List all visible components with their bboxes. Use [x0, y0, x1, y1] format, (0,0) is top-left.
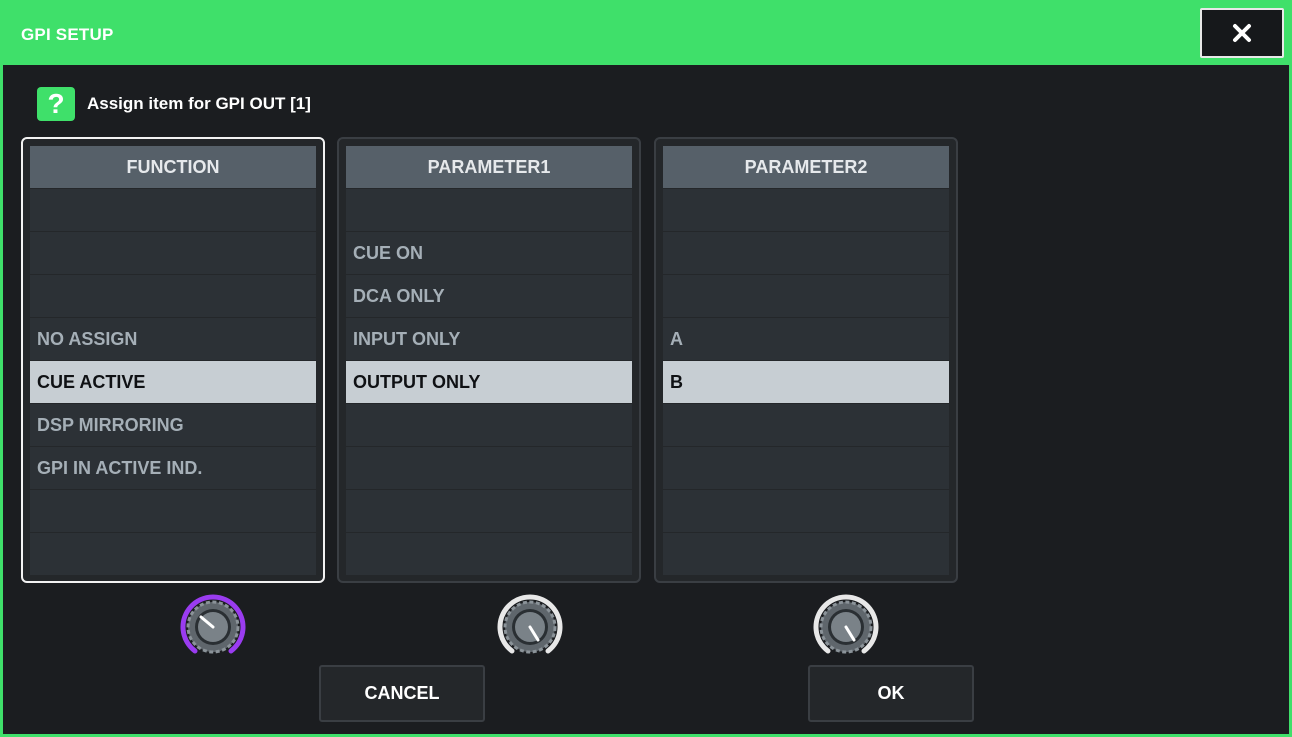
function-header: FUNCTION	[30, 146, 316, 188]
ok-button[interactable]: OK	[808, 665, 974, 722]
title-bar: GPI SETUP	[3, 3, 1289, 65]
list-item[interactable]	[346, 447, 632, 489]
parameter1-list[interactable]: CUE ON DCA ONLY INPUT ONLY OUTPUT ONLY	[346, 189, 632, 576]
list-item[interactable]	[663, 533, 949, 575]
help-text: Assign item for GPI OUT [1]	[87, 94, 311, 113]
parameter1-panel[interactable]: PARAMETER1 CUE ON DCA ONLY INPUT ONLY OU…	[337, 137, 641, 583]
function-knob[interactable]	[176, 590, 250, 664]
list-item[interactable]: A	[663, 318, 949, 360]
help-icon[interactable]: ?	[37, 87, 75, 121]
close-button[interactable]	[1200, 8, 1284, 58]
list-item[interactable]: INPUT ONLY	[346, 318, 632, 360]
list-item[interactable]	[30, 533, 316, 575]
gpi-setup-dialog: GPI SETUP ? Assign item for GPI OUT [1] …	[0, 0, 1292, 737]
list-item[interactable]	[346, 490, 632, 532]
cancel-button[interactable]: CANCEL	[319, 665, 485, 722]
list-item[interactable]	[346, 404, 632, 446]
list-item-selected[interactable]: OUTPUT ONLY	[346, 361, 632, 403]
parameter1-knob[interactable]	[493, 590, 567, 664]
list-item[interactable]	[30, 232, 316, 274]
list-item[interactable]	[346, 533, 632, 575]
list-item-selected[interactable]: CUE ACTIVE	[30, 361, 316, 403]
list-item[interactable]	[663, 447, 949, 489]
list-item[interactable]	[663, 232, 949, 274]
list-item-selected[interactable]: B	[663, 361, 949, 403]
parameter2-list[interactable]: A B	[663, 189, 949, 576]
list-item[interactable]	[346, 189, 632, 231]
close-icon	[1233, 24, 1251, 42]
list-item[interactable]: NO ASSIGN	[30, 318, 316, 360]
list-item[interactable]: GPI IN ACTIVE IND.	[30, 447, 316, 489]
parameter2-knob[interactable]	[809, 590, 883, 664]
parameter2-panel[interactable]: PARAMETER2 A B	[654, 137, 958, 583]
function-panel[interactable]: FUNCTION NO ASSIGN CUE ACTIVE DSP MIRROR…	[21, 137, 325, 583]
parameter1-header: PARAMETER1	[346, 146, 632, 188]
parameter2-header: PARAMETER2	[663, 146, 949, 188]
function-list[interactable]: NO ASSIGN CUE ACTIVE DSP MIRRORING GPI I…	[30, 189, 316, 576]
list-item[interactable]	[30, 189, 316, 231]
list-item[interactable]	[30, 275, 316, 317]
list-item[interactable]: DSP MIRRORING	[30, 404, 316, 446]
list-item[interactable]	[30, 490, 316, 532]
list-item[interactable]	[663, 490, 949, 532]
list-item[interactable]: CUE ON	[346, 232, 632, 274]
list-item[interactable]	[663, 275, 949, 317]
list-item[interactable]	[663, 404, 949, 446]
dialog-title: GPI SETUP	[21, 25, 114, 44]
list-item[interactable]: DCA ONLY	[346, 275, 632, 317]
list-item[interactable]	[663, 189, 949, 231]
